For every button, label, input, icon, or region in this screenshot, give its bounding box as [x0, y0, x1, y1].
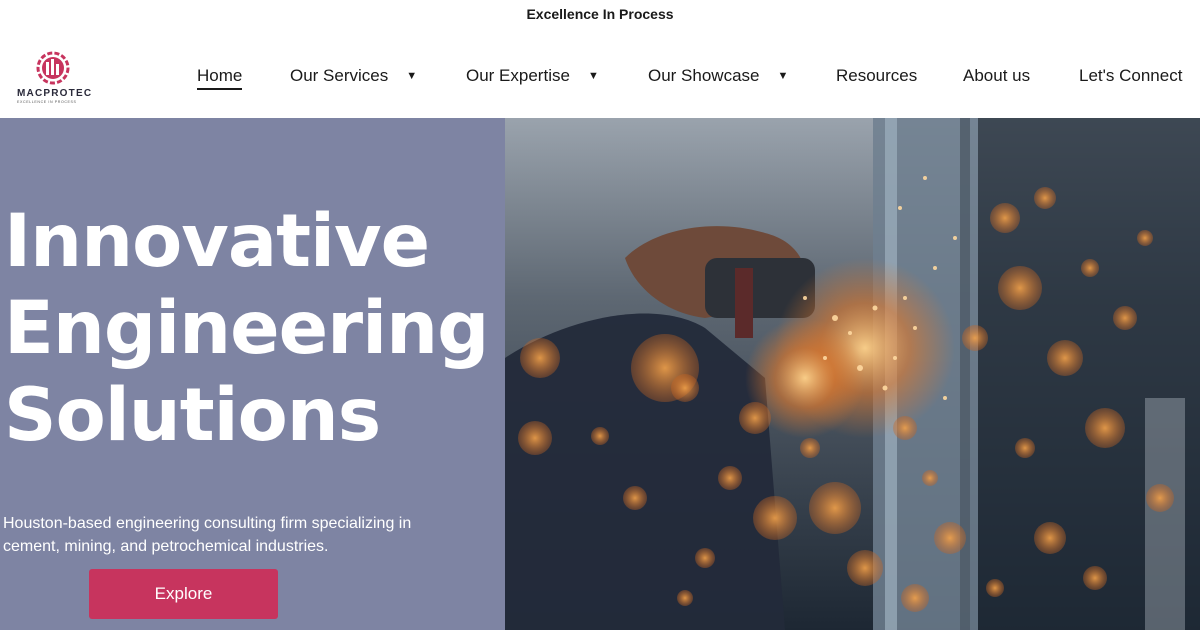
nav-item-label: Home — [197, 66, 243, 90]
hero-section: Innovative Engineering Solutions Houston… — [0, 118, 1200, 630]
caret-down-icon[interactable]: ▼ — [406, 70, 417, 82]
hero-title-line: Innovative — [4, 199, 430, 284]
nav-item-about-us[interactable]: About us — [963, 66, 1030, 86]
nav-item-home[interactable]: Home — [197, 66, 243, 90]
nav-item-our-services[interactable]: Our Services ▼ — [290, 66, 417, 86]
nav-item-label: Our Showcase — [648, 66, 760, 85]
caret-down-icon[interactable]: ▼ — [588, 70, 599, 82]
nav-item-lets-connect[interactable]: Let's Connect — [1079, 66, 1182, 86]
nav-item-label: About us — [963, 66, 1031, 85]
hero-description: Houston-based engineering consulting fir… — [3, 515, 412, 555]
logo-subtitle: EXCELLENCE IN PROCESS — [17, 100, 77, 104]
angle-grinder-sparks-photo — [505, 118, 1200, 630]
nav-item-label: Let's Connect — [1079, 66, 1183, 85]
nav-item-label: Our Expertise — [466, 66, 570, 85]
nav-item-label: Our Services — [290, 66, 389, 85]
nav-item-our-expertise[interactable]: Our Expertise ▼ — [466, 66, 599, 86]
hero-image — [505, 118, 1200, 630]
nav-item-our-showcase[interactable]: Our Showcase ▼ — [648, 66, 788, 86]
hero-title: Innovative Engineering Solutions — [4, 198, 504, 459]
main-nav: Home Our Services ▼ Our Expertise ▼ Our … — [0, 66, 1200, 94]
nav-item-resources[interactable]: Resources — [836, 66, 917, 86]
caret-down-icon[interactable]: ▼ — [778, 70, 789, 82]
explore-button[interactable]: Explore — [89, 569, 278, 619]
hero-title-line: Solutions — [4, 373, 381, 458]
header-tagline: Excellence In Process — [526, 6, 674, 22]
hero-text-panel: Innovative Engineering Solutions Houston… — [0, 118, 505, 630]
hero-title-line: Engineering — [4, 286, 489, 371]
nav-item-label: Resources — [836, 66, 918, 85]
